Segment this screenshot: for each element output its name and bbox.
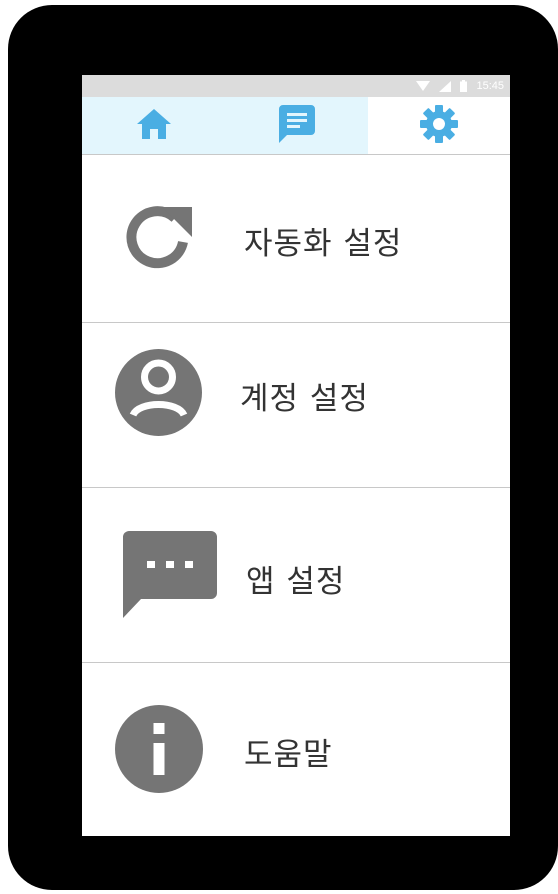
tab-settings[interactable]	[368, 97, 510, 154]
tab-chat[interactable]	[225, 97, 368, 154]
device-frame: 15:45 자동화 설정 계정 설정 앱 설정 도움말	[8, 5, 558, 890]
menu-item-label: 앱 설정	[246, 564, 346, 600]
menu-item-app-settings[interactable]: 앱 설정	[82, 488, 510, 662]
chat-icon	[278, 104, 315, 147]
refresh-icon	[120, 199, 194, 273]
battery-icon	[460, 77, 468, 96]
status-bar: 15:45	[82, 75, 510, 97]
app-screen: 15:45 자동화 설정 계정 설정 앱 설정 도움말	[82, 75, 510, 836]
account-circle-icon	[115, 349, 202, 436]
message-icon	[123, 531, 217, 618]
menu-item-automation-settings[interactable]: 자동화 설정	[82, 155, 510, 322]
gear-icon	[420, 104, 458, 147]
menu-item-label: 도움말	[244, 737, 333, 773]
tab-home[interactable]	[82, 97, 225, 154]
menu-item-account-settings[interactable]: 계정 설정	[82, 323, 510, 487]
signal-icon	[439, 77, 452, 96]
info-icon	[115, 705, 203, 793]
menu-item-label: 자동화 설정	[244, 226, 403, 262]
wifi-icon	[416, 77, 431, 96]
home-icon	[136, 108, 171, 143]
tab-bar	[82, 97, 510, 155]
menu-item-help[interactable]: 도움말	[82, 663, 510, 836]
status-icons: 15:45	[416, 78, 504, 94]
menu-item-label: 계정 설정	[240, 381, 369, 417]
status-time: 15:45	[476, 80, 504, 92]
